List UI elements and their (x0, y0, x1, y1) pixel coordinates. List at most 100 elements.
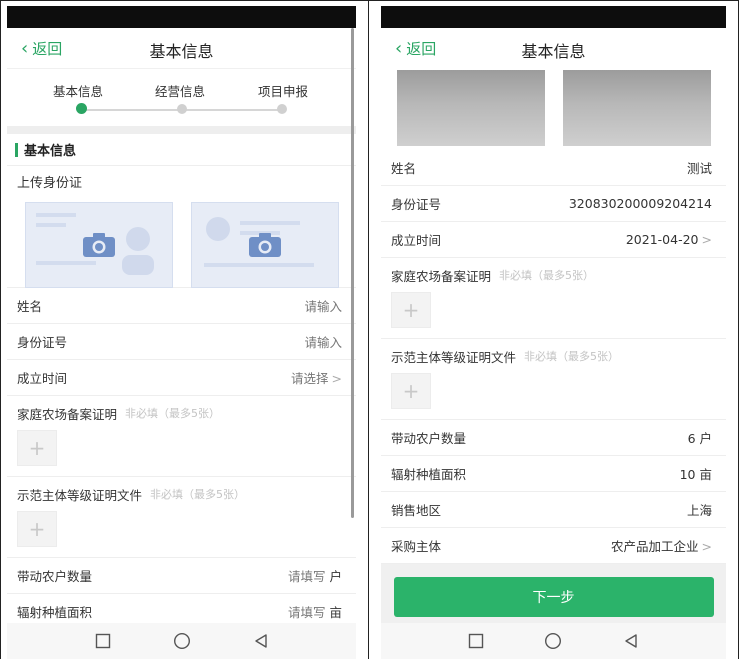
add-photo-button[interactable]: + (17, 430, 57, 466)
add-photo-button[interactable]: + (391, 373, 431, 409)
purchaser-field-row[interactable]: 采购主体 农产品加工企业 > (381, 528, 726, 564)
recent-apps-button[interactable] (465, 630, 487, 652)
id-card-front-upload[interactable] (25, 202, 173, 288)
camera-icon (83, 233, 115, 257)
id-card-back-upload[interactable] (191, 202, 339, 288)
basic-info-card: 基本信息 上传身份证 姓名 请输入 身份证号 请输入 成立时间 请选择 > 家庭… (7, 134, 356, 630)
id-number-value[interactable]: 320830200009204214 (569, 196, 712, 211)
id-number-label: 身份证号 (17, 335, 68, 350)
plus-icon: + (402, 298, 420, 322)
section-title-text: 基本信息 (24, 144, 77, 159)
id-number-label: 身份证号 (391, 197, 442, 212)
farmers-count-field-row[interactable]: 带动农户数量 6 户 (381, 420, 726, 456)
recent-apps-button[interactable] (92, 630, 114, 652)
home-button[interactable] (542, 630, 564, 652)
section-gap (7, 126, 356, 134)
founded-date-select[interactable]: 请选择 (291, 371, 329, 386)
founded-date-field-row[interactable]: 成立时间 请选择 > (7, 360, 356, 396)
camera-icon (249, 233, 281, 257)
id-number-field-row[interactable]: 身份证号 320830200009204214 (381, 186, 726, 222)
optional-hint: 非必填（最多5张） (150, 488, 246, 501)
sales-region-value[interactable]: 上海 (687, 500, 712, 519)
name-value[interactable]: 测试 (687, 158, 712, 177)
next-button-area: 下一步 (381, 564, 726, 630)
step-project-apply[interactable]: 项目申报 (258, 81, 308, 100)
page-title: 基本信息 (521, 42, 586, 61)
add-photo-button[interactable]: + (391, 292, 431, 328)
plus-icon: + (28, 517, 46, 541)
phone-screen-right: ‹ 返回 基本信息 姓名 测试 身份证号 320830200009204214 … (381, 6, 726, 659)
farmers-count-input[interactable]: 请填写 (288, 569, 326, 584)
section-title: 基本信息 (7, 134, 356, 166)
scrollbar[interactable] (351, 28, 354, 518)
founded-date-value[interactable]: 2021-04-20 (626, 232, 699, 247)
planting-area-label: 辐射种植面积 (391, 467, 467, 482)
demo-entity-cert-label: 示范主体等级证明文件 (17, 487, 143, 503)
system-nav-bar (7, 623, 356, 659)
chevron-right-icon: > (701, 232, 712, 247)
planting-area-value[interactable]: 10 亩 (680, 464, 712, 483)
next-step-button[interactable]: 下一步 (393, 577, 714, 617)
sales-region-field-row[interactable]: 销售地区 上海 (381, 492, 726, 528)
family-farm-cert-upload: 家庭农场备案证明 非必填（最多5张） + (7, 396, 356, 477)
step-dot (177, 104, 187, 114)
chevron-right-icon: > (701, 539, 712, 554)
planting-area-input[interactable]: 请填写 (288, 605, 326, 620)
id-number-field-row[interactable]: 身份证号 请输入 (7, 324, 356, 360)
demo-entity-cert-upload: 示范主体等级证明文件 非必填（最多5张） + (381, 339, 726, 420)
planting-area-field-row[interactable]: 辐射种植面积 10 亩 (381, 456, 726, 492)
add-photo-button[interactable]: + (17, 511, 57, 547)
recent-apps-icon (95, 633, 110, 649)
plus-icon: + (402, 379, 420, 403)
name-label: 姓名 (17, 299, 43, 314)
family-farm-cert-label: 家庭农场备案证明 (17, 406, 118, 422)
home-icon (173, 632, 190, 650)
phone-screen-left: ‹ 返回 基本信息 基本信息 经营信息 项目申报 基本信息 上传身份证 姓名 请… (7, 6, 356, 659)
recent-apps-icon (468, 633, 484, 649)
name-field-row[interactable]: 姓名 测试 (381, 150, 726, 186)
step-business-info[interactable]: 经营信息 (155, 81, 205, 100)
home-button[interactable] (171, 630, 193, 652)
step-basic-info[interactable]: 基本信息 (53, 81, 103, 100)
progress-stepper: 基本信息 经营信息 项目申报 (7, 68, 356, 126)
back-triangle-icon (254, 634, 267, 648)
id-number-input[interactable]: 请输入 (304, 332, 342, 351)
page-title: 基本信息 (149, 42, 214, 61)
farmers-count-label: 带动农户数量 (391, 431, 467, 446)
optional-hint: 非必填（最多5张） (499, 269, 595, 282)
demo-entity-cert-upload: 示范主体等级证明文件 非必填（最多5张） + (7, 477, 356, 558)
purchaser-label: 采购主体 (391, 539, 442, 554)
id-card-uploads (7, 196, 356, 288)
chevron-right-icon: > (331, 371, 342, 386)
uploaded-id-photos (381, 68, 726, 150)
founded-date-field-row[interactable]: 成立时间 2021-04-20 > (381, 222, 726, 258)
home-icon (545, 632, 562, 650)
nav-bar: ‹ 返回 基本信息 (7, 28, 356, 68)
founded-date-label: 成立时间 (17, 371, 68, 386)
step-dot-active (76, 103, 87, 114)
system-back-button[interactable] (620, 630, 642, 652)
farmers-count-field-row[interactable]: 带动农户数量 请填写 户 (7, 558, 356, 594)
unit-label: 户 (329, 569, 342, 584)
nav-bar: ‹ 返回 基本信息 (381, 28, 726, 68)
name-label: 姓名 (391, 161, 417, 176)
optional-hint: 非必填（最多5张） (524, 350, 620, 363)
family-farm-cert-upload: 家庭农场备案证明 非必填（最多5张） + (381, 258, 726, 339)
uploaded-id-back-photo[interactable] (563, 70, 711, 146)
purchaser-select[interactable]: 农产品加工企业 (611, 539, 699, 554)
plus-icon: + (28, 436, 46, 460)
uploaded-id-front-photo[interactable] (397, 70, 545, 146)
upload-id-label: 上传身份证 (17, 175, 83, 191)
unit-label: 亩 (329, 605, 342, 620)
status-bar (381, 6, 726, 28)
sales-region-label: 销售地区 (391, 503, 442, 518)
optional-hint: 非必填（最多5张） (125, 407, 221, 420)
name-field-row[interactable]: 姓名 请输入 (7, 288, 356, 324)
step-dot (277, 104, 287, 114)
section-accent-bar (15, 142, 18, 157)
name-input[interactable]: 请输入 (304, 296, 342, 315)
status-bar (7, 6, 356, 28)
system-back-button[interactable] (250, 630, 272, 652)
farmers-count-value[interactable]: 6 户 (688, 428, 712, 447)
family-farm-cert-label: 家庭农场备案证明 (391, 268, 492, 284)
